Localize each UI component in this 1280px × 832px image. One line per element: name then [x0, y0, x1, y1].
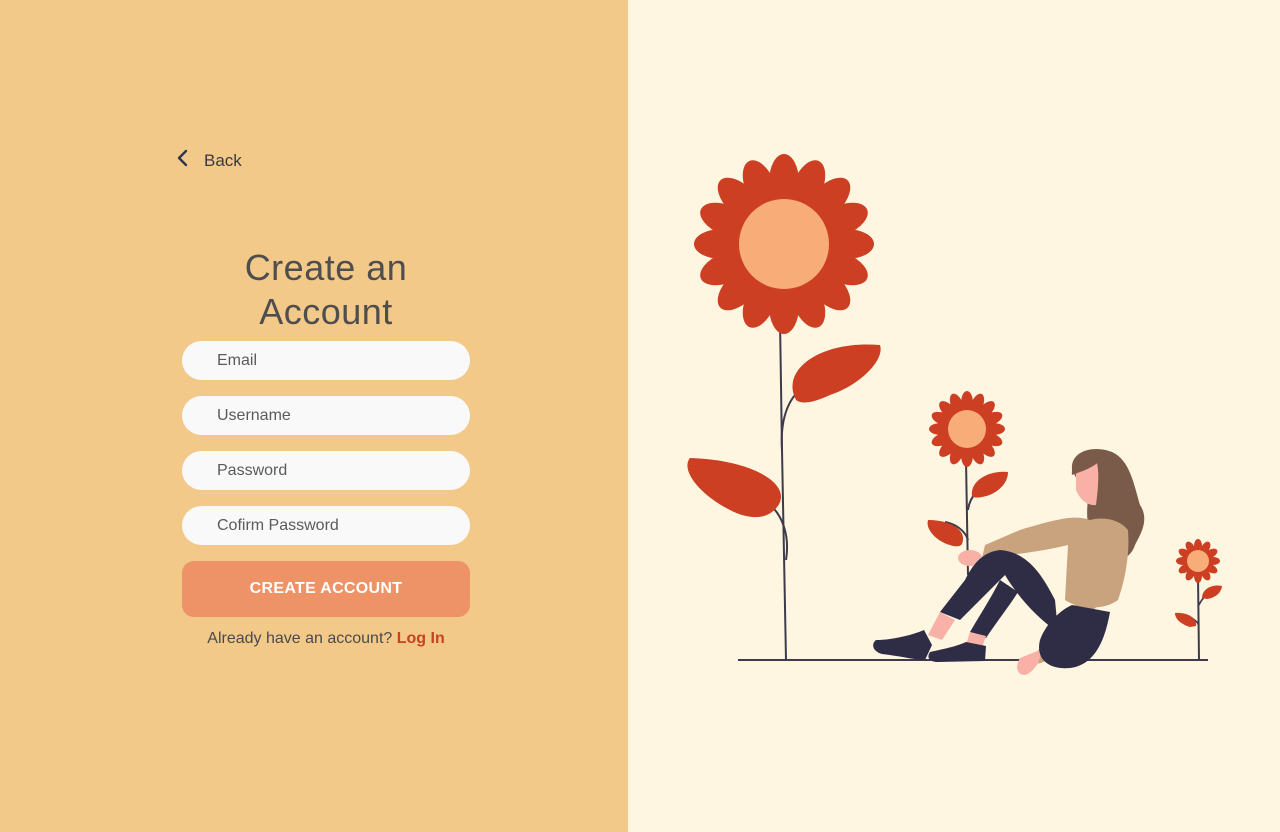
create-account-button[interactable]: CREATE ACCOUNT [182, 561, 470, 617]
right-shoe [928, 642, 986, 662]
form-panel: Back Create an Account CREATE ACCOUNT Al… [0, 0, 628, 832]
username-field[interactable] [182, 396, 470, 435]
illustration-panel [628, 0, 1280, 832]
big-flower-head [694, 154, 874, 334]
big-leaf-left [687, 458, 782, 518]
password-field[interactable] [182, 451, 470, 490]
big-leaf-right [792, 344, 881, 403]
page: Back Create an Account CREATE ACCOUNT Al… [0, 0, 1280, 832]
small-flower-head [1176, 539, 1220, 583]
chevron-left-icon [176, 148, 204, 173]
left-shoe [873, 630, 932, 660]
right-hand [1017, 650, 1041, 675]
back-label: Back [204, 150, 242, 170]
back-button[interactable]: Back [176, 148, 242, 173]
login-prompt-text: Already have an account? [207, 630, 393, 647]
title-line-1: Create an [244, 247, 408, 288]
woman-with-flowers-illustration [687, 154, 1222, 675]
medium-leaf-left [927, 520, 964, 547]
small-flower-stem [1197, 574, 1200, 661]
medium-leaf-right [971, 471, 1008, 498]
confirm-password-field[interactable] [182, 506, 470, 545]
login-link[interactable]: Log In [397, 630, 445, 647]
big-flower-stem [779, 319, 787, 661]
woman-figure [873, 449, 1145, 675]
email-field[interactable] [182, 341, 470, 380]
title-line-2: Account [259, 291, 393, 332]
login-prompt-row: Already have an account? Log In [182, 630, 470, 648]
page-title: Create an Account [182, 246, 470, 334]
medium-flower-head [929, 391, 1005, 467]
